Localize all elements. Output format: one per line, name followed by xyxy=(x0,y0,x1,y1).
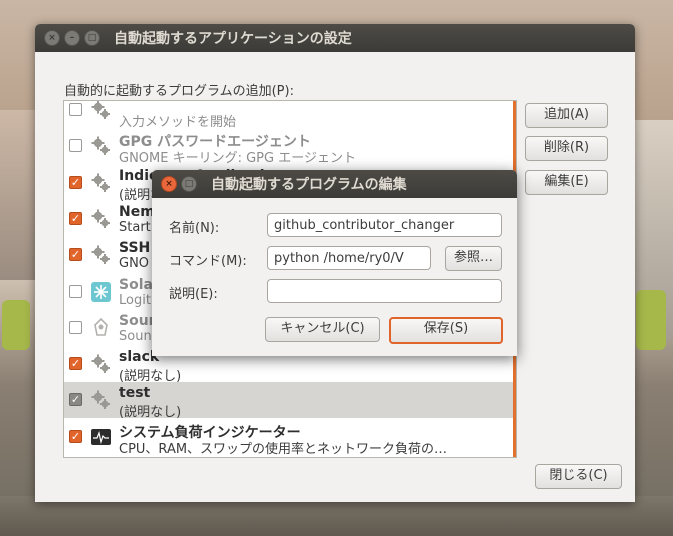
enable-checkbox[interactable]: ✓ xyxy=(69,175,82,189)
browse-button[interactable]: 参照… xyxy=(445,246,502,271)
cancel-button[interactable]: キャンセル(C) xyxy=(265,317,380,342)
program-description: GNOME キーリング: GPG エージェント xyxy=(119,151,356,167)
program-name: Sola xyxy=(119,276,153,293)
description-label: 説明(E): xyxy=(169,287,218,302)
gear-icon xyxy=(90,281,112,303)
maximize-dialog-icon[interactable]: □ xyxy=(181,176,197,192)
desktop-wallpaper-left xyxy=(0,110,36,280)
gear-icon xyxy=(90,135,112,157)
program-description: (説明なし) xyxy=(119,369,182,385)
enable-checkbox[interactable]: ✓ xyxy=(69,393,82,407)
wallpaper-chair xyxy=(636,290,666,350)
dialog-title: 自動起動するプログラムの編集 xyxy=(211,177,407,193)
enable-checkbox[interactable] xyxy=(69,284,82,298)
program-description: 入力メソッドを開始 xyxy=(119,115,237,130)
edit-program-dialog: × □ 自動起動するプログラムの編集 名前(N): github_contrib… xyxy=(152,170,517,356)
edit-button[interactable]: 編集(E) xyxy=(525,170,608,195)
wallpaper-chair xyxy=(2,300,30,350)
enable-checkbox[interactable]: ✓ xyxy=(69,357,82,371)
gear-icon xyxy=(90,353,112,375)
enable-checkbox[interactable]: ✓ xyxy=(69,248,82,262)
remove-button[interactable]: 削除(R) xyxy=(525,136,608,161)
program-description: Logit xyxy=(119,292,151,308)
program-description: (説明なし) xyxy=(119,405,182,421)
program-description: Start xyxy=(119,219,151,235)
program-name: Nem xyxy=(119,203,155,220)
enable-checkbox[interactable] xyxy=(69,139,82,153)
maximize-window-icon[interactable]: □ xyxy=(84,30,100,46)
program-description: GNO xyxy=(119,256,150,272)
close-dialog-icon[interactable]: × xyxy=(161,176,177,192)
main-titlebar: × – □ 自動起動するアプリケーションの設定 xyxy=(35,24,635,52)
program-row[interactable]: ✓ システム負荷インジケーター CPU、RAM、スワップの使用率とネットワーク負荷の… xyxy=(64,419,513,457)
main-window-title: 自動起動するアプリケーションの設定 xyxy=(114,31,352,47)
system-monitor-icon xyxy=(90,426,112,448)
section-label: 自動的に起動するプログラムの追加(P): xyxy=(64,84,294,99)
enable-checkbox[interactable] xyxy=(69,103,82,116)
gear-icon xyxy=(90,389,112,411)
description-input[interactable] xyxy=(267,279,502,303)
close-window-icon[interactable]: × xyxy=(44,30,60,46)
save-button[interactable]: 保存(S) xyxy=(389,317,503,344)
gear-icon xyxy=(90,208,112,230)
program-name: SSH xyxy=(119,240,151,257)
program-row[interactable]: 入力メソッドを開始 xyxy=(64,101,513,130)
gear-icon xyxy=(90,101,112,121)
desktop-wallpaper-bottom xyxy=(0,496,673,536)
close-button[interactable]: 閉じる(C) xyxy=(535,464,622,489)
dialog-titlebar: × □ 自動起動するプログラムの編集 xyxy=(152,170,517,198)
program-description: Soun xyxy=(119,328,152,344)
enable-checkbox[interactable] xyxy=(69,320,82,334)
program-name: test xyxy=(119,385,151,402)
gear-icon xyxy=(90,317,112,339)
program-description: CPU、RAM、スワップの使用率とネットワーク負荷の… xyxy=(119,441,448,457)
enable-checkbox[interactable]: ✓ xyxy=(69,429,82,443)
gear-icon xyxy=(90,172,112,194)
name-label: 名前(N): xyxy=(169,221,220,236)
gear-icon xyxy=(90,244,112,266)
program-row[interactable]: GPG パスワードエージェント GNOME キーリング: GPG エージェント xyxy=(64,128,513,167)
program-row[interactable]: ✓ test (説明なし) xyxy=(64,382,513,421)
add-button[interactable]: 追加(A) xyxy=(525,103,608,128)
enable-checkbox[interactable]: ✓ xyxy=(69,211,82,225)
command-input[interactable]: python /home/ry0/V xyxy=(267,246,431,270)
minimize-window-icon[interactable]: – xyxy=(64,30,80,46)
command-label: コマンド(M): xyxy=(169,254,247,269)
name-input[interactable]: github_contributor_changer xyxy=(267,213,502,237)
